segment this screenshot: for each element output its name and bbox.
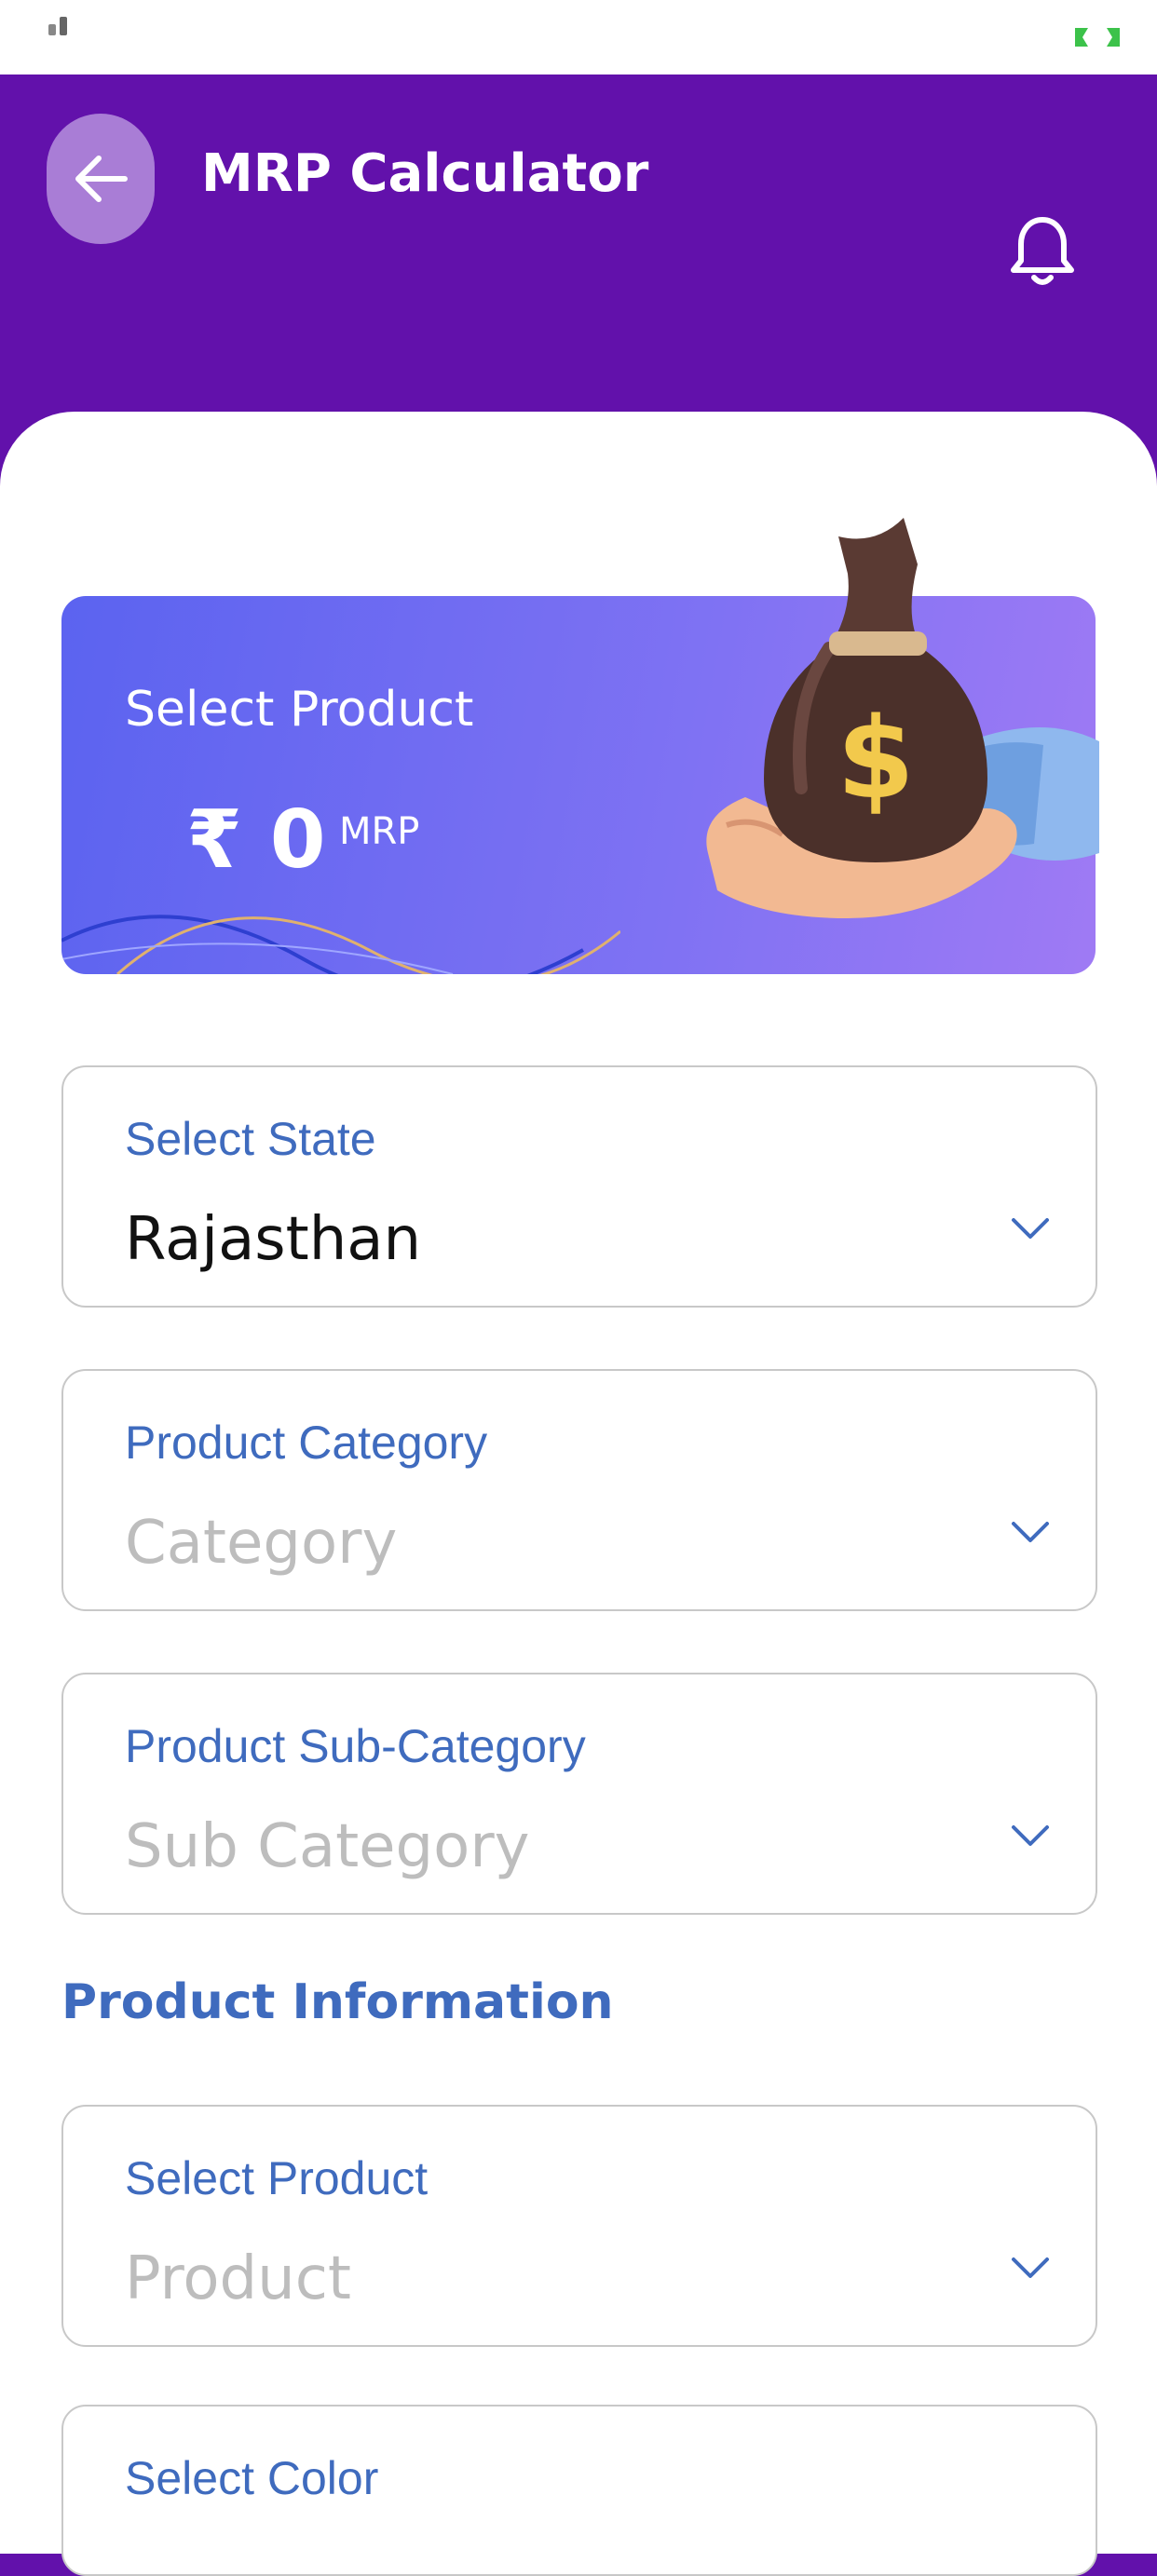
bell-icon[interactable] [1004, 212, 1081, 289]
arrow-left-icon [75, 156, 128, 202]
app-header [0, 75, 1157, 447]
battery-icon [1075, 28, 1120, 47]
product-select[interactable]: Select Product Product [61, 2105, 1097, 2347]
sub-category-label: Product Sub-Category [125, 1720, 586, 1772]
state-label: Select State [125, 1113, 376, 1165]
state-select[interactable]: Select State Rajasthan [61, 1065, 1097, 1308]
status-bar [0, 0, 1157, 75]
banner-title: Select Product [125, 682, 474, 738]
color-label: Select Color [125, 2452, 379, 2504]
product-information-heading: Product Information [61, 1974, 614, 2030]
color-select[interactable]: Select Color [61, 2405, 1097, 2576]
product-placeholder: Product [125, 2244, 351, 2313]
wave-decoration [61, 915, 620, 974]
page-title: MRP Calculator [201, 143, 649, 204]
sub-category-select[interactable]: Product Sub-Category Sub Category [61, 1673, 1097, 1915]
category-select[interactable]: Product Category Category [61, 1369, 1097, 1611]
chevron-down-icon [1012, 1825, 1049, 1846]
svg-text:$: $ [837, 695, 915, 824]
product-label: Select Product [125, 2152, 429, 2204]
state-value: Rajasthan [125, 1205, 422, 1274]
category-placeholder: Category [125, 1509, 398, 1578]
sub-category-placeholder: Sub Category [125, 1812, 530, 1881]
chevron-down-icon [1012, 1218, 1049, 1239]
category-label: Product Category [125, 1417, 488, 1469]
back-button[interactable] [47, 114, 155, 244]
chevron-down-icon [1012, 2257, 1049, 2278]
chevron-down-icon [1012, 1522, 1049, 1542]
money-bag-hand-icon: $ [706, 518, 1099, 918]
